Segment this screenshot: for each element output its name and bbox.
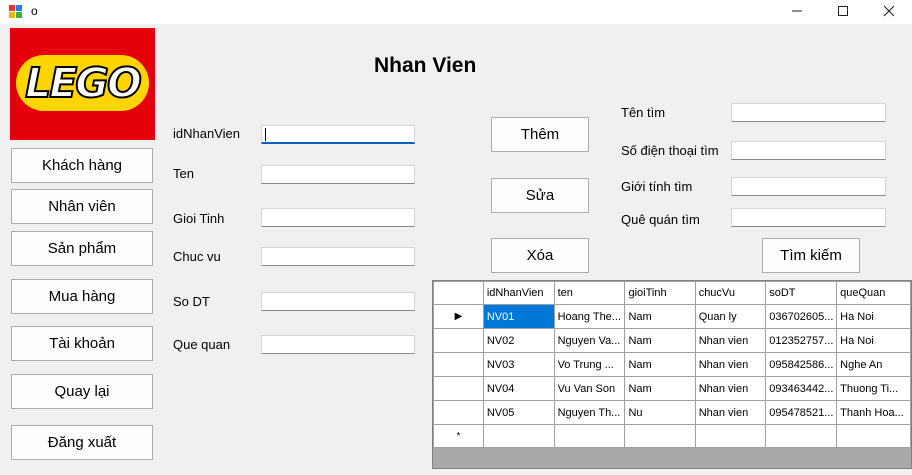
table-cell[interactable]: NV01 bbox=[482, 304, 555, 329]
column-header[interactable]: chucVu bbox=[694, 281, 767, 305]
search-name-input[interactable] bbox=[731, 103, 886, 122]
column-header[interactable]: gioiTinh bbox=[624, 281, 696, 305]
label-search-gender: Giới tính tìm bbox=[621, 179, 693, 194]
table-cell[interactable] bbox=[836, 424, 911, 448]
table-row[interactable]: NV02 Nguyen Va... Nam Nhan vien 01235275… bbox=[433, 328, 911, 353]
label-search-name: Tên tìm bbox=[621, 105, 666, 120]
column-header[interactable]: idNhanVien bbox=[482, 281, 555, 305]
name-input[interactable] bbox=[261, 165, 415, 184]
search-gender-input[interactable] bbox=[731, 177, 886, 196]
grid-header-row: idNhanVien ten gioiTinh chucVu soDT queQ… bbox=[433, 281, 911, 305]
table-cell[interactable]: Ha Noi bbox=[836, 328, 911, 353]
search-hometown-input[interactable] bbox=[731, 208, 886, 227]
table-cell[interactable]: Nam bbox=[624, 352, 696, 377]
app-icon bbox=[9, 5, 23, 18]
label-search-phone: Số điện thoại tìm bbox=[621, 143, 719, 158]
row-header[interactable] bbox=[433, 328, 484, 353]
label-name: Ten bbox=[173, 166, 194, 181]
table-cell[interactable] bbox=[482, 424, 555, 448]
table-cell[interactable]: Vu Van Son bbox=[553, 376, 626, 401]
table-cell[interactable]: Nghe An bbox=[836, 352, 911, 377]
table-cell[interactable]: NV02 bbox=[482, 328, 555, 353]
table-cell[interactable] bbox=[694, 424, 767, 448]
table-cell[interactable]: NV04 bbox=[482, 376, 555, 401]
lego-logo: LEGO bbox=[10, 28, 155, 140]
nav-button-purchases[interactable]: Mua hàng bbox=[11, 279, 153, 314]
edit-button[interactable]: Sửa bbox=[491, 178, 589, 213]
table-row[interactable]: NV04 Vu Van Son Nam Nhan vien 093463442.… bbox=[433, 376, 911, 401]
title-bar: o bbox=[0, 0, 912, 24]
phone-input[interactable] bbox=[261, 292, 415, 311]
current-row-indicator-icon[interactable]: ▶ bbox=[433, 304, 484, 329]
table-cell[interactable]: Nhan vien bbox=[694, 376, 767, 401]
search-phone-input[interactable] bbox=[731, 141, 886, 160]
text-caret bbox=[265, 128, 266, 141]
label-gender: Gioi Tinh bbox=[173, 211, 225, 226]
table-row[interactable]: ▶ NV01 Hoang The... Nam Quan ly 03670260… bbox=[433, 304, 911, 329]
table-cell[interactable]: Nguyen Va... bbox=[553, 328, 626, 353]
table-cell[interactable]: Nhan vien bbox=[694, 352, 767, 377]
label-phone: So DT bbox=[173, 294, 210, 309]
table-cell[interactable]: Nam bbox=[624, 328, 696, 353]
nav-button-employees[interactable]: Nhân viên bbox=[11, 189, 153, 224]
minimize-icon[interactable] bbox=[774, 0, 820, 24]
table-row[interactable]: NV05 Nguyen Th... Nu Nhan vien 095478521… bbox=[433, 400, 911, 425]
window-title: o bbox=[31, 4, 38, 18]
table-cell[interactable]: Quan ly bbox=[694, 304, 767, 329]
table-cell[interactable]: Thanh Hoa... bbox=[836, 400, 911, 425]
nav-button-back[interactable]: Quay lại bbox=[11, 374, 153, 409]
column-header[interactable]: queQuan bbox=[836, 281, 911, 305]
table-cell[interactable] bbox=[624, 424, 696, 448]
label-id: idNhanVien bbox=[173, 126, 240, 141]
grid-table: idNhanVien ten gioiTinh chucVu soDT queQ… bbox=[433, 281, 911, 448]
position-input[interactable] bbox=[261, 247, 415, 266]
table-cell[interactable]: Nu bbox=[624, 400, 696, 425]
nav-button-customers[interactable]: Khách hàng bbox=[11, 148, 153, 183]
table-cell[interactable]: 036702605... bbox=[765, 304, 838, 329]
table-cell[interactable]: Nam bbox=[624, 304, 696, 329]
table-cell[interactable]: Vo Trung ... bbox=[553, 352, 626, 377]
label-search-hometown: Quê quán tìm bbox=[621, 212, 700, 227]
employee-grid[interactable]: idNhanVien ten gioiTinh chucVu soDT queQ… bbox=[432, 280, 912, 469]
search-button[interactable]: Tìm kiếm bbox=[762, 238, 860, 273]
table-cell[interactable]: Ha Noi bbox=[836, 304, 911, 329]
table-cell[interactable]: Hoang The... bbox=[553, 304, 626, 329]
label-position: Chuc vu bbox=[173, 249, 221, 264]
row-header[interactable] bbox=[433, 352, 484, 377]
label-hometown: Que quan bbox=[173, 337, 231, 352]
table-cell[interactable]: Thuong Ti... bbox=[836, 376, 911, 401]
nav-button-products[interactable]: Sản phẩm bbox=[11, 231, 153, 266]
nav-button-logout[interactable]: Đăng xuất bbox=[11, 425, 153, 460]
close-icon[interactable] bbox=[866, 0, 912, 24]
table-cell[interactable]: Nguyen Th... bbox=[553, 400, 626, 425]
column-header[interactable]: soDT bbox=[765, 281, 838, 305]
table-cell[interactable] bbox=[765, 424, 838, 448]
table-cell[interactable]: 095478521... bbox=[765, 400, 838, 425]
page-title: Nhan Vien bbox=[374, 54, 477, 77]
table-cell[interactable]: 095842586... bbox=[765, 352, 838, 377]
table-cell[interactable]: Nam bbox=[624, 376, 696, 401]
grid-corner-header[interactable] bbox=[433, 281, 484, 305]
add-button[interactable]: Thêm bbox=[491, 117, 589, 152]
table-cell[interactable]: 093463442... bbox=[765, 376, 838, 401]
new-row[interactable]: * bbox=[433, 424, 911, 448]
column-header[interactable]: ten bbox=[553, 281, 626, 305]
maximize-icon[interactable] bbox=[820, 0, 866, 24]
id-input[interactable] bbox=[261, 125, 415, 144]
hometown-input[interactable] bbox=[261, 335, 415, 354]
row-header[interactable] bbox=[433, 400, 484, 425]
row-header[interactable] bbox=[433, 376, 484, 401]
gender-input[interactable] bbox=[261, 208, 415, 227]
table-cell[interactable]: Nhan vien bbox=[694, 328, 767, 353]
logo-text: LEGO bbox=[16, 55, 149, 111]
table-cell[interactable]: NV05 bbox=[482, 400, 555, 425]
table-cell[interactable]: 012352757... bbox=[765, 328, 838, 353]
new-row-marker-icon[interactable]: * bbox=[433, 424, 484, 448]
table-row[interactable]: NV03 Vo Trung ... Nam Nhan vien 09584258… bbox=[433, 352, 911, 377]
table-cell[interactable] bbox=[553, 424, 626, 448]
table-cell[interactable]: Nhan vien bbox=[694, 400, 767, 425]
nav-button-accounts[interactable]: Tài khoản bbox=[11, 326, 153, 361]
delete-button[interactable]: Xóa bbox=[491, 238, 589, 273]
table-cell[interactable]: NV03 bbox=[482, 352, 555, 377]
